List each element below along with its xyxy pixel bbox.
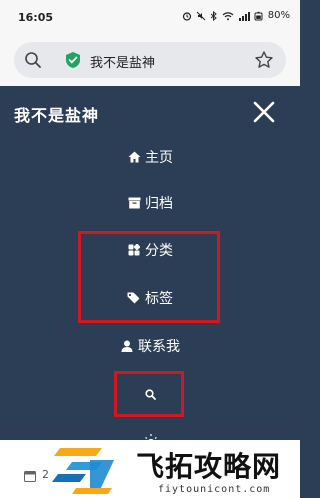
site-title[interactable]: 我不是盐神 xyxy=(14,102,99,126)
calendar-icon xyxy=(24,471,36,482)
bookmark-star-icon[interactable] xyxy=(254,50,274,70)
browser-toolbar: 我不是盐神 xyxy=(0,36,300,86)
nav-item-contact[interactable]: 联系我 xyxy=(0,334,300,358)
url-text: 我不是盐神 xyxy=(90,56,156,71)
address-bar[interactable]: 我不是盐神 xyxy=(14,42,286,78)
battery-icon xyxy=(254,11,263,20)
watermark-logo xyxy=(52,448,114,494)
nav-item-label: 联系我 xyxy=(138,339,180,355)
status-bar: 16:05 80% xyxy=(0,0,300,36)
footer-watermark: 2 飞拓攻略网 fiytounicont.com xyxy=(0,440,300,498)
alarm-icon xyxy=(182,11,191,21)
status-icons: 80% xyxy=(182,10,290,21)
shield-icon xyxy=(66,52,80,68)
wifi-icon xyxy=(222,11,234,20)
highlight-box-category-tags xyxy=(78,231,220,323)
status-time: 16:05 xyxy=(18,11,54,24)
search-icon[interactable] xyxy=(24,51,42,69)
home-icon xyxy=(127,150,141,164)
nav-item-label: 主页 xyxy=(145,150,173,166)
watermark-url: fiytounicont.com xyxy=(158,484,271,495)
close-icon[interactable] xyxy=(252,100,276,124)
watermark-name: 飞拓攻略网 xyxy=(136,450,282,483)
battery-percent: 80% xyxy=(267,10,290,21)
user-icon xyxy=(120,339,134,353)
footer-date: 2 xyxy=(42,468,49,481)
nav-item-home[interactable]: 主页 xyxy=(0,145,300,169)
mute-icon xyxy=(196,11,206,20)
highlight-box-search xyxy=(114,371,184,417)
nav-item-label: 归档 xyxy=(145,196,173,212)
nav-item-archive[interactable]: 归档 xyxy=(0,191,300,215)
signal-icon xyxy=(238,11,250,21)
bluetooth-icon xyxy=(210,10,217,21)
archive-icon xyxy=(127,196,141,210)
